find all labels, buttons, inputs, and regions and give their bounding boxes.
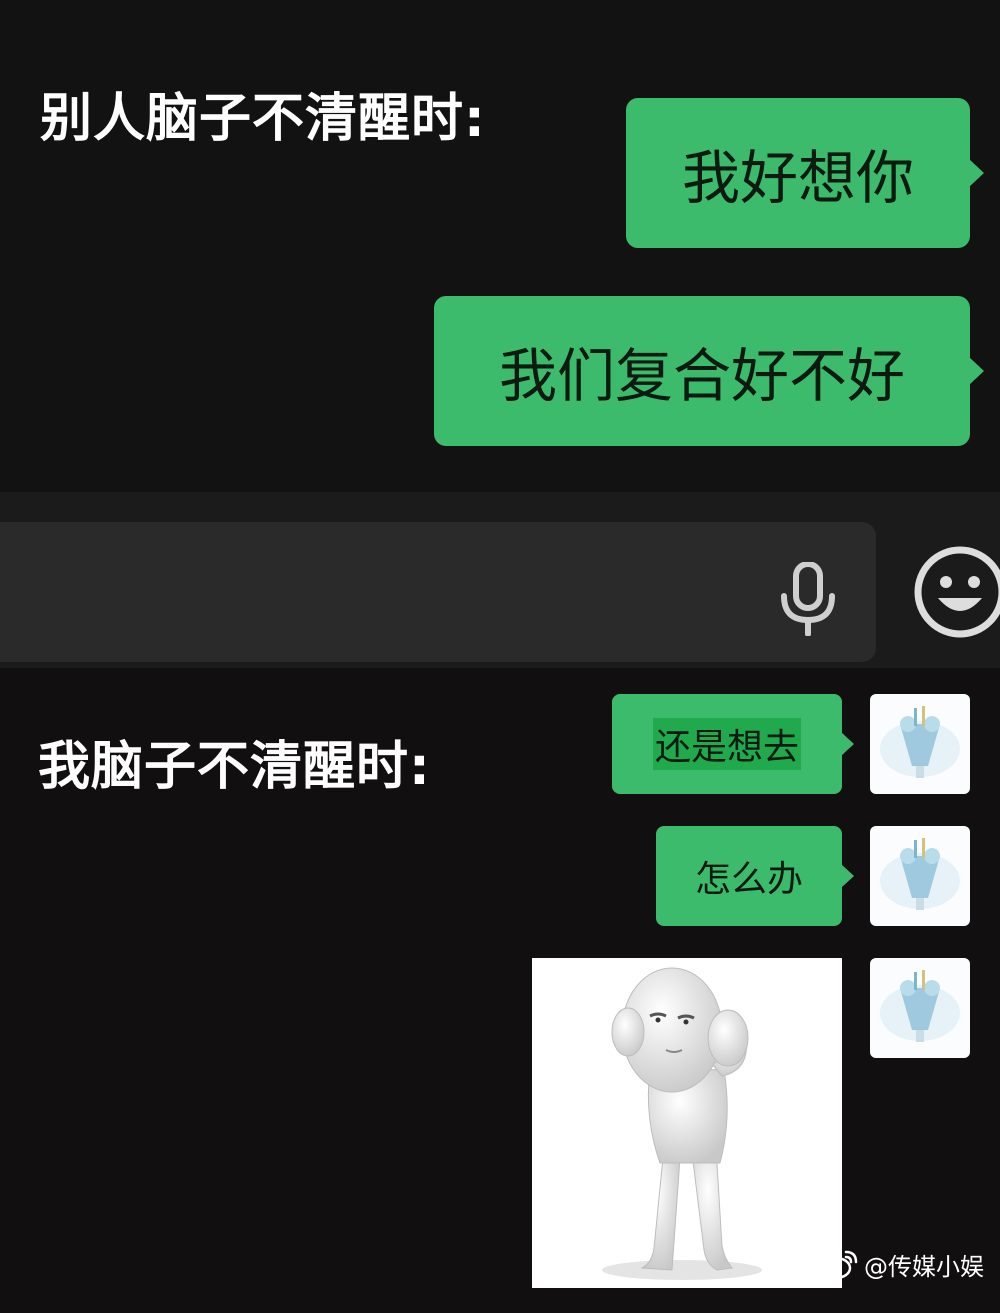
- ice-cream-icon: [880, 706, 960, 778]
- ice-cream-icon: [880, 970, 960, 1042]
- sent-message-bubble[interactable]: 还是想去: [612, 694, 854, 794]
- ice-cream-avatar[interactable]: [870, 826, 970, 926]
- bottom-chat-panel: 我脑子不清醒时: 还是想去 怎么办 @传媒小娱: [0, 668, 1000, 1313]
- ice-cream-avatar[interactable]: [870, 958, 970, 1058]
- message-input[interactable]: [0, 522, 876, 662]
- weibo-watermark: @传媒小娱: [820, 1244, 984, 1284]
- chat-input-bar: [0, 492, 1000, 668]
- microphone-icon[interactable]: [778, 562, 838, 636]
- sent-message-bubble[interactable]: 怎么办: [656, 826, 854, 926]
- sent-message-bubble[interactable]: 我好想你: [626, 98, 984, 248]
- watermark-text: @传媒小娱: [864, 1252, 984, 1281]
- emoji-icon[interactable]: [912, 544, 1000, 640]
- top-chat-panel: 别人脑子不清醒时: 我好想你 我们复合好不好: [0, 0, 1000, 492]
- ice-cream-avatar[interactable]: [870, 694, 970, 794]
- ice-cream-icon: [880, 838, 960, 910]
- bottom-caption: 我脑子不清醒时:: [38, 737, 431, 797]
- sent-message-bubble[interactable]: 我们复合好不好: [434, 296, 984, 446]
- head-in-hands-sticker[interactable]: [532, 958, 842, 1288]
- weibo-icon: [820, 1250, 858, 1280]
- meme-page: 别人脑子不清醒时: 我好想你 我们复合好不好 我脑子不清醒时: 还是想去 怎么办: [0, 0, 1000, 1313]
- top-caption: 别人脑子不清醒时:: [40, 89, 486, 149]
- highlighted-message-text: 还是想去: [652, 718, 801, 770]
- head-in-hands-figure-icon: [602, 967, 762, 1280]
